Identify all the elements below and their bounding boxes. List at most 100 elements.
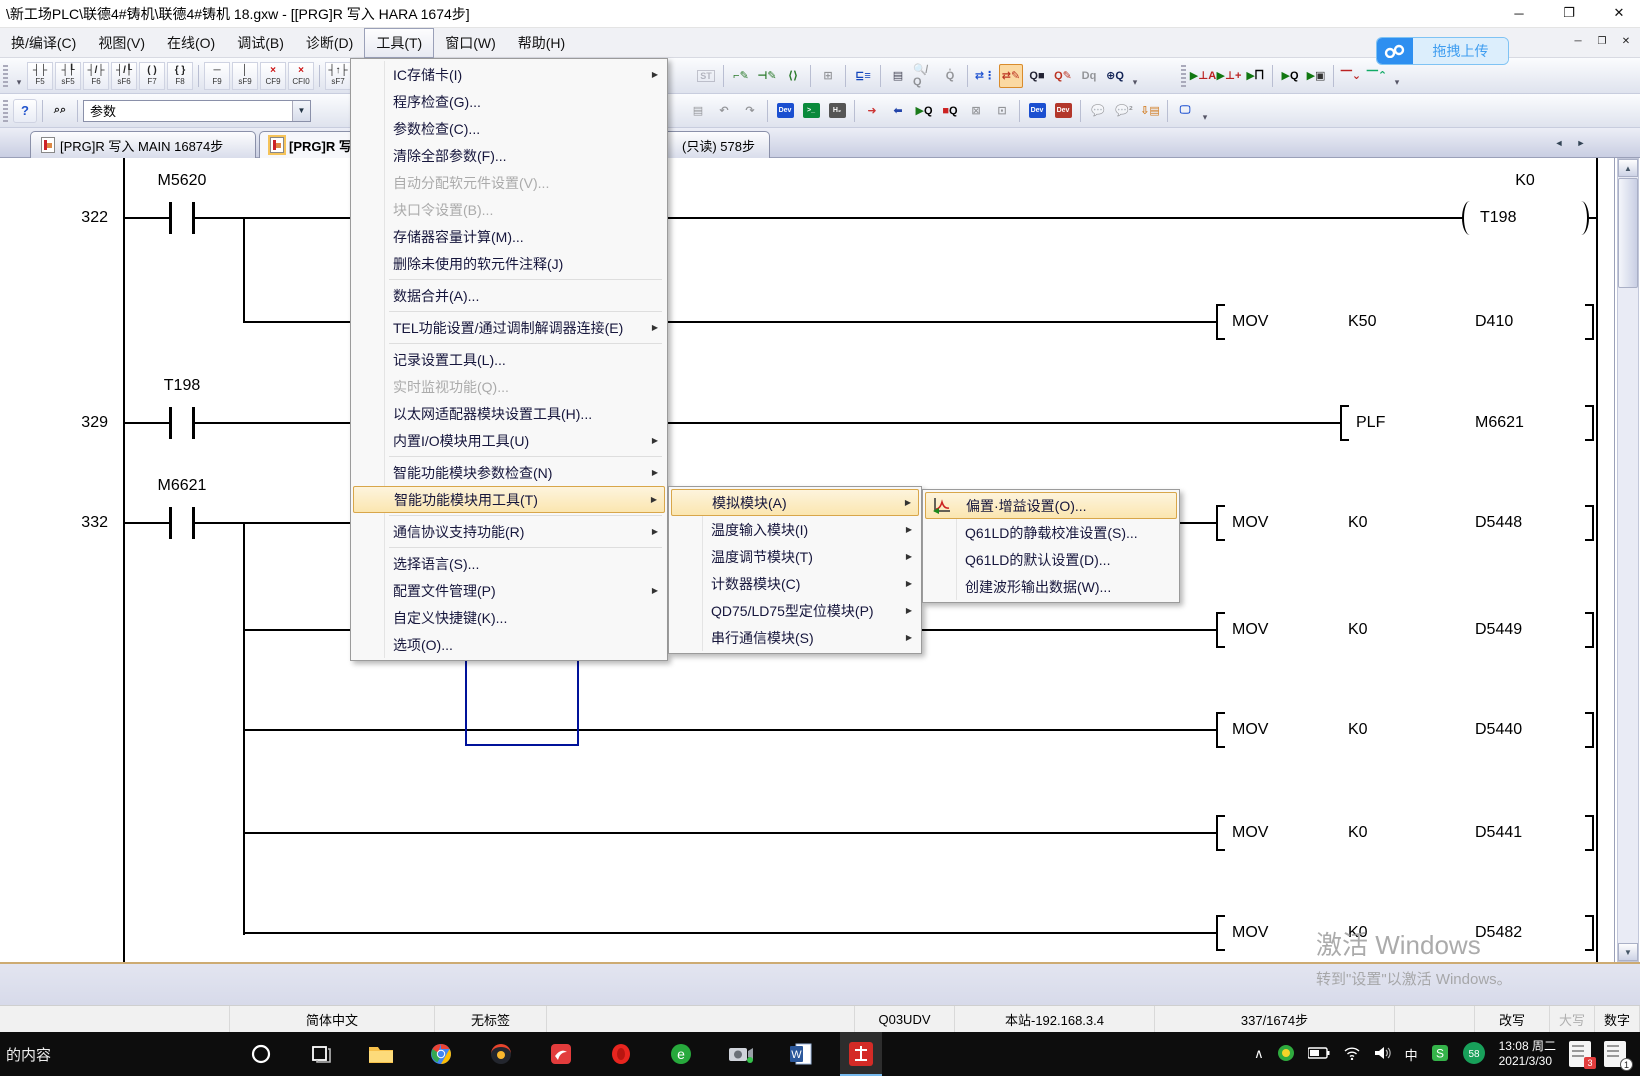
cortana-icon[interactable] bbox=[240, 1032, 282, 1076]
notification-doc-icon[interactable]: 3 bbox=[1569, 1041, 1591, 1067]
browser-dark-icon[interactable] bbox=[480, 1032, 522, 1076]
pulse-monitor-icon[interactable]: ▶⨅ bbox=[1243, 64, 1267, 88]
parallel-closed-contact-button[interactable]: ┤/┞sF6 bbox=[111, 62, 137, 90]
menu-item-memory-capacity-calc[interactable]: 存储器容量计算(M)... bbox=[353, 223, 665, 250]
menu-item-delete-unused-comments[interactable]: 删除未使用的软元件注释(J) bbox=[353, 250, 665, 277]
inline-st-icon[interactable]: ⊑≡ bbox=[851, 64, 875, 88]
action-center-icon[interactable]: 1 bbox=[1604, 1041, 1626, 1067]
export-icon[interactable]: ⇩▤ bbox=[1138, 99, 1162, 123]
menu-convert-compile[interactable]: 换/编译(C) bbox=[0, 29, 87, 57]
rising-pulse-button[interactable]: ┤↑├sF7 bbox=[325, 62, 351, 90]
menu-item-builtin-io-tool[interactable]: 内置I/O模块用工具(U) bbox=[353, 427, 665, 454]
minimize-button[interactable]: ─ bbox=[1506, 3, 1532, 23]
edit-instruction-icon[interactable]: ⟨⟩ bbox=[781, 64, 805, 88]
statement-display-icon[interactable]: 💬² bbox=[1112, 99, 1136, 123]
toolbar-grip[interactable] bbox=[3, 100, 8, 122]
find-binoculars-icon[interactable]: ⌕⌕ bbox=[48, 99, 72, 123]
scrollbar-thumb[interactable] bbox=[1618, 178, 1638, 288]
monitor-stop-icon[interactable]: ■Q bbox=[938, 99, 962, 123]
tray-green-app-icon[interactable] bbox=[1277, 1044, 1295, 1065]
menu-item-counter-module[interactable]: 计数器模块(C) bbox=[671, 570, 919, 597]
help-icon[interactable]: ? bbox=[13, 99, 37, 123]
trend-monitor-icon[interactable]: ⎺⌄ bbox=[1339, 64, 1363, 88]
menu-item-customize-shortcut[interactable]: 自定义快捷键(K)... bbox=[353, 604, 665, 631]
gx-works2-taskbar-icon[interactable] bbox=[840, 1032, 882, 1076]
menu-diagnostics[interactable]: 诊断(D) bbox=[295, 29, 364, 57]
baidu-netdisk-drag-upload[interactable]: 拖拽上传 bbox=[1377, 38, 1508, 64]
device-find-gray-icon[interactable]: Dq bbox=[1077, 64, 1101, 88]
remote-operation-icon[interactable]: ⊡ bbox=[990, 99, 1014, 123]
coil-button[interactable]: ( )F7 bbox=[139, 62, 165, 90]
menu-item-qd75-positioning-module[interactable]: QD75/LD75型定位模块(P) bbox=[671, 597, 919, 624]
menu-item-q61ld-default-setting[interactable]: Q61LD的默认设置(D)... bbox=[925, 546, 1177, 573]
undo-icon[interactable]: ↶ bbox=[712, 99, 736, 123]
menu-item-select-language[interactable]: 选择语言(S)... bbox=[353, 550, 665, 577]
tab-prg-main[interactable]: [PRG]R 写入 MAIN 16874步 bbox=[30, 131, 256, 158]
green-e-browser-icon[interactable]: e bbox=[660, 1032, 702, 1076]
edit-coil-icon[interactable]: ⌐✎ bbox=[729, 64, 753, 88]
monitor-mode-icon[interactable]: ▶Q bbox=[912, 99, 936, 123]
toolbar-overflow-icon[interactable]: ▾ bbox=[13, 64, 25, 88]
camera-app-icon[interactable] bbox=[720, 1032, 762, 1076]
delete-vertical-line-button[interactable]: ×CFI0 bbox=[288, 62, 314, 90]
menu-item-serial-comm-module[interactable]: 串行通信模块(S) bbox=[671, 624, 919, 651]
write-to-plc-icon[interactable]: ➜ bbox=[860, 99, 884, 123]
safety-badge-icon[interactable]: 58 bbox=[1462, 1041, 1486, 1068]
restore-button[interactable]: ❐ bbox=[1556, 3, 1582, 23]
menu-item-offset-gain-setting[interactable]: 偏置·增益设置(O)... bbox=[925, 492, 1177, 519]
menu-view[interactable]: 视图(V) bbox=[87, 29, 156, 57]
toolbar-overflow-icon[interactable]: ▾ bbox=[1129, 64, 1141, 88]
menu-online[interactable]: 在线(O) bbox=[156, 29, 226, 57]
speaker-icon[interactable] bbox=[1374, 1046, 1392, 1063]
device-skip-icon[interactable]: H₂ bbox=[825, 99, 849, 123]
edit-contact-icon[interactable]: ⊣✎ bbox=[755, 64, 779, 88]
zoom-icon[interactable]: ⊕Q bbox=[1103, 64, 1127, 88]
battery-icon[interactable] bbox=[1308, 1047, 1330, 1062]
menu-item-ethernet-adapter-tool[interactable]: 以太网适配器模块设置工具(H)... bbox=[353, 400, 665, 427]
monitor-write-icon[interactable]: ▶⊥+ bbox=[1217, 64, 1241, 88]
menu-item-clear-all-parameters[interactable]: 清除全部参数(F)... bbox=[353, 142, 665, 169]
menu-item-program-check[interactable]: 程序检查(G)... bbox=[353, 88, 665, 115]
taskbar-clock[interactable]: 13:08 周二 2021/3/30 bbox=[1499, 1039, 1556, 1069]
chevron-down-icon[interactable]: ▼ bbox=[292, 101, 310, 121]
contact-m6621[interactable] bbox=[169, 507, 195, 539]
chrome-icon[interactable] bbox=[420, 1032, 462, 1076]
delete-horizontal-line-button[interactable]: ×CF9 bbox=[260, 62, 286, 90]
toolbar-grip[interactable] bbox=[3, 65, 8, 87]
wifi-icon[interactable] bbox=[1343, 1046, 1361, 1063]
menu-tools[interactable]: 工具(T) bbox=[364, 28, 434, 58]
word-icon[interactable]: W bbox=[780, 1032, 822, 1076]
tab-scroll-right-icon[interactable]: ► bbox=[1572, 134, 1590, 152]
menu-item-options[interactable]: 选项(O)... bbox=[353, 631, 665, 658]
sogou-input-icon[interactable]: S bbox=[1431, 1044, 1449, 1065]
menu-item-merge-data[interactable]: 数据合并(A)... bbox=[353, 282, 665, 309]
device-batch-monitor-icon[interactable]: ▶Q bbox=[1278, 64, 1302, 88]
menu-item-q61ld-static-calibration[interactable]: Q61LD的静载校准设置(S)... bbox=[925, 519, 1177, 546]
ladder-edit-cursor[interactable] bbox=[465, 658, 579, 746]
paste-icon[interactable]: ▤ bbox=[686, 99, 710, 123]
task-view-icon[interactable] bbox=[300, 1032, 342, 1076]
horizontal-line-button[interactable]: ─F9 bbox=[204, 62, 230, 90]
wave-monitor-icon[interactable]: ⎺⌃ bbox=[1365, 64, 1389, 88]
verify-icon[interactable]: ⊠ bbox=[964, 99, 988, 123]
tab-scroll-left-icon[interactable]: ◄ bbox=[1550, 134, 1568, 152]
ime-indicator[interactable]: 中 bbox=[1405, 1045, 1418, 1064]
menu-item-create-wave-output-data[interactable]: 创建波形输出数据(W)... bbox=[925, 573, 1177, 600]
edit-block-icon[interactable]: ⊞ bbox=[816, 64, 840, 88]
red-oval-app-icon[interactable] bbox=[600, 1032, 642, 1076]
vertical-line-button[interactable]: │sF9 bbox=[232, 62, 258, 90]
parallel-open-contact-button[interactable]: ┤┞sF5 bbox=[55, 62, 81, 90]
scroll-down-icon[interactable]: ▼ bbox=[1618, 943, 1638, 961]
child-close-button[interactable]: ✕ bbox=[1618, 34, 1634, 48]
menu-help[interactable]: 帮助(H) bbox=[507, 29, 576, 57]
menu-item-parameter-check[interactable]: 参数检查(C)... bbox=[353, 115, 665, 142]
toolbar-overflow-icon[interactable]: ▾ bbox=[1391, 64, 1403, 88]
device-comment-edit-icon[interactable]: ⇄✎ bbox=[999, 64, 1023, 88]
monitor-window-icon[interactable]: 🖵 bbox=[1173, 99, 1197, 123]
comment-display-icon[interactable]: 💬 bbox=[1086, 99, 1110, 123]
device-register-icon[interactable]: Dev bbox=[1051, 99, 1075, 123]
find-replace-icon[interactable]: Q✎ bbox=[1051, 64, 1075, 88]
application-instruction-button[interactable]: { }F8 bbox=[167, 62, 193, 90]
scroll-up-icon[interactable]: ▲ bbox=[1618, 159, 1638, 177]
device-test-icon[interactable]: >_ bbox=[799, 99, 823, 123]
